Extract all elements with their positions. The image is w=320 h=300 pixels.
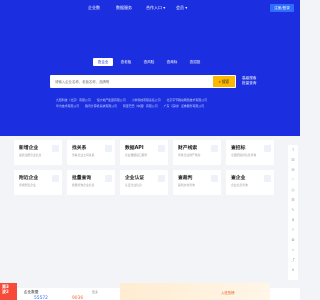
card-icon — [105, 145, 112, 152]
stat-value: 55572 — [34, 296, 48, 300]
nav-item-membership[interactable]: 会员 ▾ — [176, 5, 187, 11]
search-box: ⌕ 搜索 — [50, 75, 236, 88]
login-button[interactable]: 注册/登录 — [270, 4, 294, 12]
hot-search-link[interactable]: 广东（深圳）证券服务有限公司 — [164, 104, 204, 108]
card-row: 新增企业 最新注册企业信息 找关系 查看企业之间关系 数据API 企业数据接口服务 财… — [14, 140, 276, 165]
hot-search-link[interactable]: 恒大地产集团有限公司 — [97, 98, 126, 102]
search-icon: ⌕ — [218, 79, 221, 84]
star-icon[interactable]: ☆ — [288, 245, 298, 255]
promo-banner-label: 入驻热榜 — [221, 291, 235, 295]
section-title: 企业数据 — [24, 290, 39, 294]
tab-trademark[interactable]: 查商标 — [162, 58, 182, 66]
hero-banner: 企业数 数据服务 合作入口 ▾ 会员 ▾ 注册/登录 查企业 查老板 查风险 查… — [0, 0, 300, 136]
card-asset-clues[interactable]: 财产线索 查找企业财产线索 — [173, 140, 221, 165]
card-company-lookup[interactable]: 查企业 企业信息查询 — [226, 170, 274, 195]
card-nearby-companies[interactable]: 附近企业 查找附近企业 — [14, 170, 62, 195]
card-icon — [158, 145, 165, 152]
favorite-icon[interactable]: ♡ — [288, 175, 298, 185]
tab-bidding[interactable]: 查招投 — [185, 58, 205, 66]
card-bidding[interactable]: 查招标 全国招投标信息查询 — [226, 140, 274, 165]
card-icon — [264, 145, 271, 152]
card-batch-query[interactable]: 批量查询 批量查询企业信息 — [67, 170, 115, 195]
search-button-label: 搜索 — [221, 78, 230, 84]
card-find-relations[interactable]: 找关系 查看企业之间关系 — [67, 140, 115, 165]
back-to-top-icon[interactable]: ↑ — [288, 145, 298, 155]
nav-item-enterprise[interactable]: 企业数 — [88, 5, 100, 11]
advanced-search-links: 高级搜索 批量查询 — [242, 76, 256, 86]
hot-search-link[interactable]: 腾讯计算机系统有限公司 — [85, 104, 117, 108]
menu-icon[interactable]: ☰ — [288, 195, 298, 205]
hot-search-link[interactable]: 小米科技有限责任公司 — [132, 98, 161, 102]
search-input[interactable] — [50, 76, 213, 87]
hot-search-row: 华为技术有限公司 腾讯计算机系统有限公司 阿里巴巴（中国）有限公司 广东（深圳）… — [56, 103, 246, 109]
target-icon[interactable]: ◎ — [288, 185, 298, 195]
card-row: 附近企业 查找附近企业 批量查询 批量查询企业信息 企业认证 认证企业信息 查裁判 裁判… — [14, 170, 276, 195]
card-icon — [52, 145, 59, 152]
nav-item-data-service[interactable]: 数据服务 — [116, 5, 132, 11]
hot-searches: 九阳科技（北京）有限公司 恒大地产集团有限公司 小米科技有限责任公司 北京字节跳… — [56, 97, 246, 109]
download-icon[interactable]: ⬇ — [288, 215, 298, 225]
card-certification[interactable]: 企业认证 认证企业信息 — [120, 170, 168, 195]
card-icon — [211, 145, 218, 152]
settings-icon[interactable]: ⚙ — [288, 235, 298, 245]
share-icon[interactable]: ⤴ — [288, 255, 298, 265]
close-icon[interactable]: ✕ — [288, 265, 298, 275]
card-data-api[interactable]: 数据API 企业数据接口服务 — [120, 140, 168, 165]
stat-value: 9036 — [72, 296, 84, 300]
hot-search-link[interactable]: 阿里巴巴（中国）有限公司 — [123, 104, 158, 108]
search-button[interactable]: ⌕ 搜索 — [213, 76, 235, 87]
tab-risk[interactable]: 查风险 — [139, 58, 159, 66]
mail-icon[interactable]: ✉ — [288, 165, 298, 175]
promo-banner[interactable] — [120, 283, 270, 300]
promo-badge: 第3 波2 — [0, 283, 17, 300]
hot-search-link[interactable]: 北京字节跳动网络技术有限公司 — [167, 98, 207, 102]
card-icon — [52, 175, 59, 182]
right-toolbar: ↑ ☏ ✉ ♡ ◎ ☰ ✎ ⬇ ? ⚙ ☆ ⤴ ✕ — [288, 145, 298, 280]
card-new-companies[interactable]: 新增企业 最新注册企业信息 — [14, 140, 62, 165]
card-icon — [211, 175, 218, 182]
search-tabs: 查企业 查老板 查风险 查商标 查招投 — [93, 58, 213, 68]
help-icon[interactable]: ? — [288, 225, 298, 235]
card-icon — [158, 175, 165, 182]
batch-query-link[interactable]: 批量查询 — [242, 81, 256, 86]
nav-item-cooperation[interactable]: 合作入口 ▾ — [146, 5, 165, 11]
card-icon — [105, 175, 112, 182]
more-link[interactable]: 更多 — [92, 290, 98, 294]
tab-company[interactable]: 查企业 — [93, 58, 113, 66]
hot-search-link[interactable]: 华为技术有限公司 — [56, 104, 79, 108]
tab-boss[interactable]: 查老板 — [116, 58, 136, 66]
card-judgments[interactable]: 查裁判 裁判文书查询 — [173, 170, 221, 195]
edit-icon[interactable]: ✎ — [288, 205, 298, 215]
hot-search-link[interactable]: 九阳科技（北京）有限公司 — [56, 98, 91, 102]
card-icon — [264, 175, 271, 182]
feature-cards: 新增企业 最新注册企业信息 找关系 查看企业之间关系 数据API 企业数据接口服务 财… — [14, 140, 276, 200]
phone-icon[interactable]: ☏ — [288, 155, 298, 165]
top-nav: 企业数 数据服务 合作入口 ▾ 会员 ▾ 注册/登录 — [0, 0, 300, 16]
